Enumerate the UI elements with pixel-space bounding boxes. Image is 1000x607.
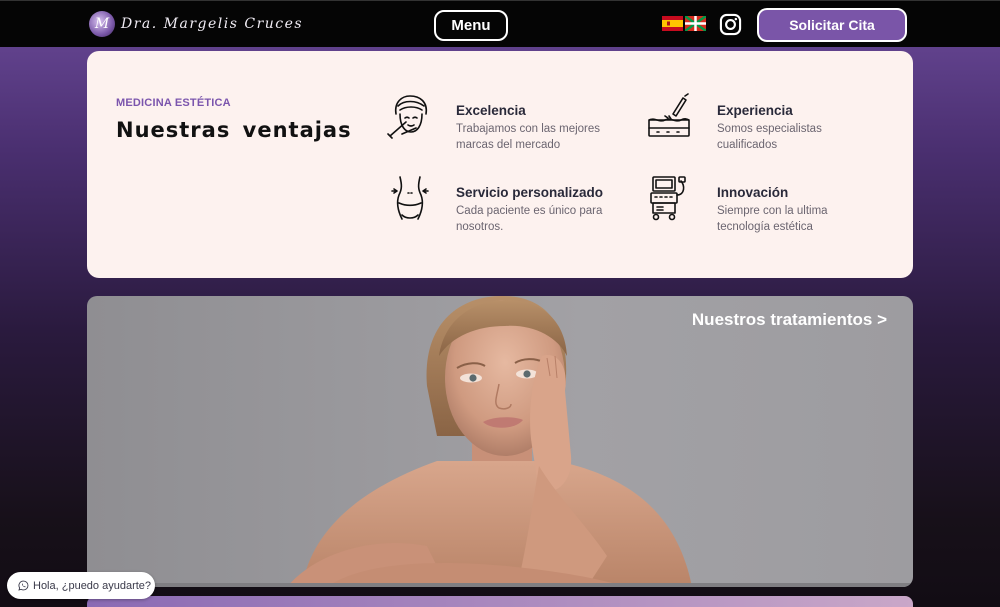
spanish-flag-icon[interactable]	[662, 16, 683, 31]
woman-portrait-photo	[87, 296, 913, 587]
basque-flag-icon[interactable]	[685, 16, 706, 31]
feature-description: Siempre con la ultima tecnología estétic…	[717, 205, 828, 233]
next-section-banner	[87, 596, 913, 607]
top-nav-bar: M Dra. Margelis Cruces Menu Solicitar Ci…	[0, 0, 1000, 47]
instagram-icon[interactable]	[719, 13, 742, 36]
treatments-link[interactable]: Nuestros tratamientos >	[692, 310, 887, 330]
feature-description: Somos especialistas cualificados	[717, 123, 822, 151]
request-appointment-button[interactable]: Solicitar Cita	[757, 8, 907, 42]
whatsapp-icon	[18, 580, 29, 591]
section-eyebrow: MEDICINA ESTÉTICA	[116, 97, 231, 109]
logo-text: Dra. Margelis Cruces	[121, 16, 304, 32]
feature-description: Trabajamos con las mejores marcas del me…	[456, 123, 601, 151]
skin-laser-icon	[648, 93, 690, 137]
logo-initial: M	[94, 16, 110, 32]
advantages-card: MEDICINA ESTÉTICA Nuestras ventajas Exce…	[87, 51, 913, 278]
section-title: Nuestras ventajas	[116, 118, 352, 142]
ultrasound-machine-icon	[650, 176, 686, 221]
whatsapp-chat-button[interactable]: Hola, ¿puedo ayudarte?	[7, 572, 155, 599]
feature-title: Experiencia	[717, 103, 793, 118]
body-contour-icon	[391, 176, 429, 220]
feature-description: Cada paciente es único para nosotros.	[456, 205, 603, 233]
logo-mark-icon: M	[89, 11, 115, 37]
feature-title: Servicio personalizado	[456, 185, 604, 200]
feature-title: Excelencia	[456, 103, 526, 118]
language-switcher	[662, 16, 706, 31]
menu-button[interactable]: Menu	[434, 10, 508, 41]
feature-title: Innovación	[717, 185, 789, 200]
face-treatment-icon	[387, 95, 428, 139]
treatments-hero-banner[interactable]: Nuestros tratamientos >	[87, 296, 913, 587]
site-logo[interactable]: M Dra. Margelis Cruces	[89, 9, 303, 39]
chat-label: Hola, ¿puedo ayudarte?	[33, 579, 152, 592]
